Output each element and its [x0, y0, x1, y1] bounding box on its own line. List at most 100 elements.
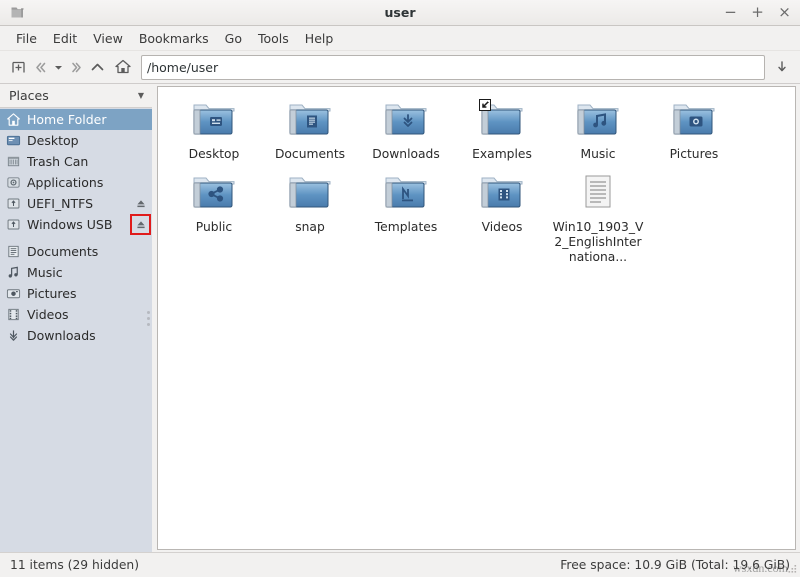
file-item-label: snap [264, 220, 356, 235]
folder-icon [572, 96, 624, 144]
symlink-overlay [480, 100, 491, 111]
status-free-space: Free space: 10.9 GiB (Total: 19.6 GiB) [560, 558, 790, 572]
places-header[interactable]: Places ▼ [0, 84, 152, 108]
usb-drive-icon [5, 195, 22, 212]
sidebar-item-label: Pictures [27, 286, 77, 301]
videos-icon [5, 306, 22, 323]
title-bar: user − + × [0, 0, 800, 26]
file-item-label: Desktop [168, 147, 260, 162]
menu-tools[interactable]: Tools [250, 28, 297, 49]
sidebar-resize-grip[interactable] [146, 305, 151, 331]
file-item-music[interactable]: Music [550, 93, 646, 166]
sidebar-item-uefi-ntfs[interactable]: UEFI_NTFS [0, 193, 152, 214]
file-item-label: Documents [264, 147, 356, 162]
sidebar-item-desktop[interactable]: Desktop [0, 130, 152, 151]
menu-view[interactable]: View [85, 28, 131, 49]
eject-button-windows-usb[interactable] [133, 217, 148, 232]
sidebar-item-pictures[interactable]: Pictures [0, 283, 152, 304]
sidebar-item-label: Videos [27, 307, 69, 322]
file-item-public[interactable]: Public [166, 166, 262, 269]
file-item-label: Public [168, 220, 260, 235]
sidebar-item-label: Music [27, 265, 63, 280]
file-item-pictures[interactable]: Pictures [646, 93, 742, 166]
folder-icon [476, 96, 528, 144]
sidebar-item-home-folder[interactable]: Home Folder [0, 109, 152, 130]
file-item-label: Pictures [648, 147, 740, 162]
file-item-examples[interactable]: Examples [454, 93, 550, 166]
minimize-button[interactable]: − [723, 5, 738, 21]
file-item-label: Downloads [360, 147, 452, 162]
menu-bar: File Edit View Bookmarks Go Tools Help [0, 26, 800, 51]
usb-drive-icon [5, 216, 22, 233]
places-sidebar: Places ▼ Home Folder [0, 84, 152, 552]
menu-file[interactable]: File [8, 28, 45, 49]
sidebar-item-applications[interactable]: Applications [0, 172, 152, 193]
status-item-count: 11 items (29 hidden) [10, 558, 139, 572]
eject-button-uefi-ntfs[interactable] [133, 196, 148, 211]
menu-edit[interactable]: Edit [45, 28, 85, 49]
window-resize-grip[interactable] [786, 563, 798, 575]
folder-icon [476, 169, 528, 217]
folder-icon [284, 169, 336, 217]
downloads-icon [5, 327, 22, 344]
window-title: user [0, 5, 800, 20]
file-view[interactable]: Desktop [157, 86, 796, 550]
file-item-snap[interactable]: snap [262, 166, 358, 269]
path-dropdown-icon[interactable] [769, 55, 794, 80]
maximize-button[interactable]: + [750, 5, 765, 21]
file-item-downloads[interactable]: Downloads [358, 93, 454, 166]
path-input[interactable]: /home/user [141, 55, 765, 80]
chevron-down-icon[interactable]: ▼ [138, 91, 144, 100]
trash-icon [5, 153, 22, 170]
icon-grid: Desktop [166, 93, 793, 269]
folder-icon [188, 169, 240, 217]
file-view-container: Desktop [152, 84, 798, 552]
sidebar-item-label: Downloads [27, 328, 96, 343]
sidebar-item-downloads[interactable]: Downloads [0, 325, 152, 346]
file-manager-window: user − + × File Edit View Bookmarks Go T… [0, 0, 800, 577]
new-tab-icon[interactable] [6, 55, 31, 80]
places-list: Home Folder Desktop [0, 108, 152, 552]
menu-help[interactable]: Help [297, 28, 342, 49]
file-item-videos[interactable]: Videos [454, 166, 550, 269]
sidebar-item-label: Desktop [27, 133, 79, 148]
window-folder-icon [4, 0, 30, 26]
chevron-up-icon[interactable] [85, 55, 110, 80]
file-item-documents[interactable]: Documents [262, 93, 358, 166]
sidebar-item-label: Home Folder [27, 112, 107, 127]
toolbar: /home/user [0, 51, 800, 84]
sidebar-item-videos[interactable]: Videos [0, 304, 152, 325]
places-header-label: Places [9, 88, 49, 103]
file-item-label: Win10_1903_V2_EnglishInternationa... [552, 220, 644, 265]
sidebar-item-documents[interactable]: Documents [0, 241, 152, 262]
folder-icon [284, 96, 336, 144]
menu-bookmarks[interactable]: Bookmarks [131, 28, 217, 49]
folder-icon [188, 96, 240, 144]
sidebar-item-music[interactable]: Music [0, 262, 152, 283]
chevron-down-icon[interactable] [49, 55, 67, 80]
close-button[interactable]: × [777, 5, 792, 21]
sidebar-item-trash-can[interactable]: Trash Can [0, 151, 152, 172]
documents-icon [5, 243, 22, 260]
file-item-desktop[interactable]: Desktop [166, 93, 262, 166]
menu-go[interactable]: Go [217, 28, 250, 49]
home-icon [5, 111, 22, 128]
folder-icon [380, 169, 432, 217]
sidebar-item-label: Trash Can [27, 154, 88, 169]
window-controls: − + × [723, 5, 800, 21]
document-icon [572, 169, 624, 217]
chevron-double-right-icon[interactable] [67, 55, 85, 80]
sidebar-item-label: Applications [27, 175, 103, 190]
status-bar: 11 items (29 hidden) Free space: 10.9 Gi… [0, 552, 800, 577]
home-icon[interactable] [110, 55, 135, 80]
file-item-win10-iso[interactable]: Win10_1903_V2_EnglishInternationa... [550, 166, 646, 269]
folder-icon [668, 96, 720, 144]
file-item-label: Examples [456, 147, 548, 162]
file-item-label: Videos [456, 220, 548, 235]
sidebar-item-windows-usb[interactable]: Windows USB [0, 214, 152, 235]
main-area: Places ▼ Home Folder [0, 84, 800, 552]
pictures-icon [5, 285, 22, 302]
chevron-double-left-icon[interactable] [31, 55, 49, 80]
file-item-templates[interactable]: Templates [358, 166, 454, 269]
file-item-label: Music [552, 147, 644, 162]
